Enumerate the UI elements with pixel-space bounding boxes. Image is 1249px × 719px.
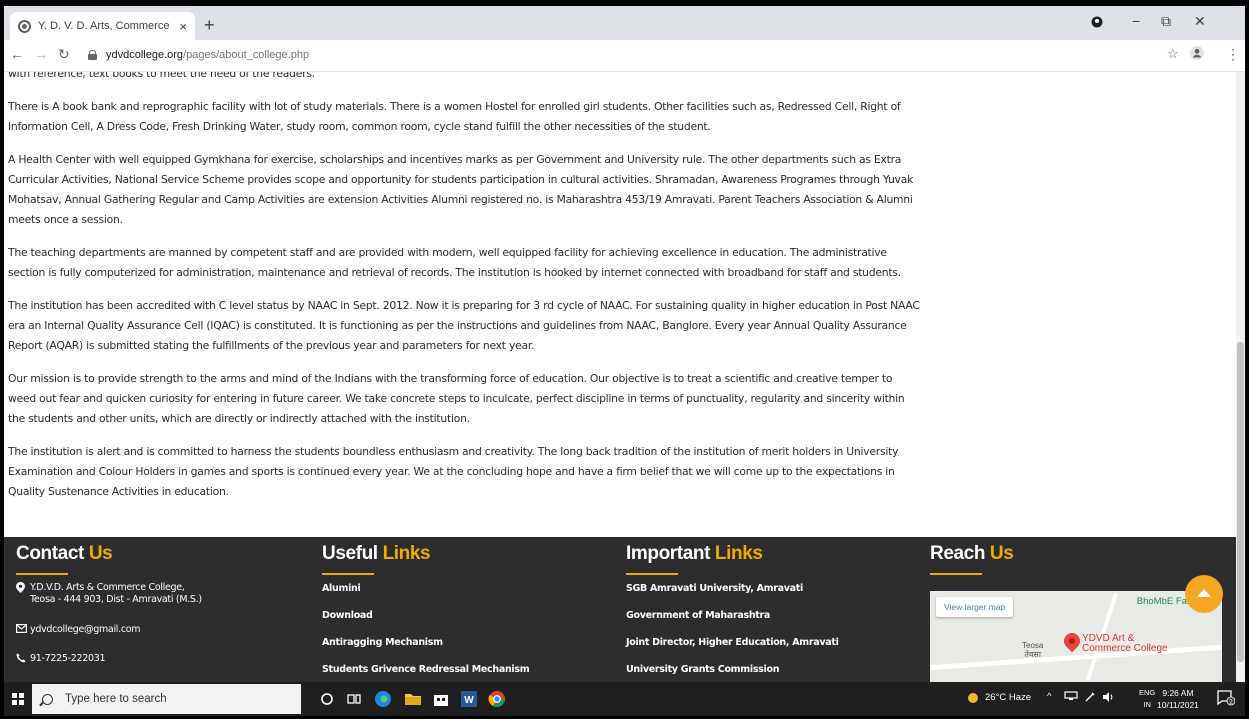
page-viewport: with reference, text books to meet the n… <box>4 72 1236 682</box>
tab-strip: Y. D. V. D. Arts, Commerce & Sci × + − ⧉… <box>4 6 1245 40</box>
footer-link[interactable]: SGB Amravati University, Amravati <box>626 583 839 595</box>
useful-links-section: Useful Links Alumini Download Antiraggin… <box>322 543 530 682</box>
paragraph: A Health Center with well equipped Gymkh… <box>8 153 914 226</box>
file-explorer-icon[interactable] <box>404 690 422 708</box>
maximize-button[interactable]: ⧉ <box>1161 13 1171 30</box>
volume-icon[interactable] <box>1102 691 1116 706</box>
scrollbar-thumb[interactable] <box>1237 342 1244 662</box>
footer-link[interactable]: Joint Director, Higher Education, Amrava… <box>626 637 839 649</box>
paragraph: There is A book bank and reprographic fa… <box>8 100 901 133</box>
tab-title: Y. D. V. D. Arts, Commerce & Sci <box>38 20 173 32</box>
taskbar-search-box[interactable]: Type here to search <box>32 684 301 714</box>
address-line: Y.D.V.D. Arts & Commerce College, <box>30 582 185 593</box>
paragraph: Our mission is to provide strength to th… <box>8 372 905 425</box>
edge-icon[interactable] <box>374 690 392 708</box>
about-article: with reference, text books to meet the n… <box>8 72 920 515</box>
close-window-button[interactable]: ✕ <box>1194 13 1206 30</box>
footer-link[interactable]: University Grants Commission <box>626 664 839 676</box>
vertical-scrollbar[interactable] <box>1236 72 1245 682</box>
useful-links-heading: Useful Links <box>322 543 431 564</box>
url-path: /pages/about_college.php <box>183 49 310 61</box>
paragraph: with reference, text books to meet the n… <box>8 72 315 80</box>
envelope-icon <box>16 624 28 637</box>
address-line: Teosa - 444 903, Dist - Amravati (M.S.) <box>30 594 202 605</box>
bookmark-star-icon[interactable]: ☆ <box>1167 46 1179 62</box>
tray-expand-icon[interactable]: ^ <box>1047 691 1051 702</box>
map-college-label: YDVD Art & Commerce College <box>1082 633 1168 654</box>
contact-email[interactable]: ydvdcollege@gmail.com <box>16 624 202 637</box>
footer-link[interactable]: Students Grivence Redressal Mechanism <box>322 664 530 676</box>
tab-close-icon[interactable]: × <box>179 19 187 34</box>
contact-section: Contact Us Y.D.V.D. Arts & Commerce Coll… <box>16 543 202 667</box>
contact-heading: Contact Us <box>16 543 113 564</box>
chrome-icon[interactable] <box>488 690 506 708</box>
lock-icon[interactable] <box>88 50 97 60</box>
location-pin-icon[interactable] <box>1060 629 1084 653</box>
heading-underline <box>16 573 68 575</box>
notification-center-icon[interactable]: 2 <box>1217 690 1236 709</box>
windows-taskbar: Type here to search W 26°C Haze ^ ENG IN… <box>4 682 1245 716</box>
reach-us-section: Reach Us <box>930 543 1014 583</box>
task-view-icon[interactable] <box>345 690 363 708</box>
footer-link[interactable]: Download <box>322 610 529 622</box>
store-icon[interactable] <box>432 690 450 708</box>
word-icon[interactable]: W <box>460 690 478 708</box>
location-map[interactable]: View larger map BhoMbE Farm Teosa तेवसा Y… <box>930 591 1222 682</box>
network-icon[interactable] <box>1064 691 1078 704</box>
cortana-icon[interactable] <box>318 690 336 708</box>
heading-underline <box>322 573 374 575</box>
url-host: ydvdcollege.org <box>106 49 184 61</box>
weather-icon[interactable] <box>966 690 980 707</box>
contact-phone: 91-7225-222031 <box>16 653 202 667</box>
reload-button[interactable]: ↻ <box>58 46 70 63</box>
system-clock[interactable]: 9:26 AM 10/11/2021 <box>1157 687 1199 711</box>
new-tab-button[interactable]: + <box>204 15 215 36</box>
footer-link[interactable]: Alumini <box>322 583 529 595</box>
phone-icon <box>16 653 28 667</box>
language-indicator[interactable]: ENG IN <box>1139 687 1155 711</box>
globe-icon <box>18 19 31 33</box>
account-icon[interactable] <box>1190 46 1204 63</box>
navigation-bar: ← → ↻ ydvdcollege.org /pages/about_colle… <box>4 40 1245 72</box>
view-larger-map-link[interactable]: View larger map <box>936 597 1014 617</box>
chrome-menu-icon[interactable]: ⋮ <box>1226 46 1240 63</box>
minimize-button[interactable]: − <box>1132 13 1140 29</box>
paragraph: The institution has been accredited with… <box>8 299 920 352</box>
footer-link[interactable]: Government of Maharashtra <box>626 610 839 622</box>
heading-underline <box>930 573 982 575</box>
profile-icon[interactable] <box>1091 15 1103 31</box>
pen-icon[interactable] <box>1084 691 1096 706</box>
reach-us-heading: Reach Us <box>930 543 1014 564</box>
back-button[interactable]: ← <box>10 46 24 62</box>
address-bar[interactable]: ydvdcollege.org /pages/about_college.php <box>88 44 1194 66</box>
svg-text:W: W <box>464 695 474 706</box>
heading-underline <box>626 573 678 575</box>
paragraph: The teaching departments are manned by c… <box>8 246 901 279</box>
browser-window: Y. D. V. D. Arts, Commerce & Sci × + − ⧉… <box>4 6 1245 716</box>
important-links-heading: Important Links <box>626 543 763 564</box>
forward-button[interactable]: → <box>34 46 48 62</box>
map-town-label: Teosa तेवसा <box>1022 641 1044 659</box>
browser-tab[interactable]: Y. D. V. D. Arts, Commerce & Sci × <box>10 12 195 40</box>
site-footer: Contact Us Y.D.V.D. Arts & Commerce Coll… <box>4 537 1236 682</box>
windows-start-icon[interactable] <box>12 693 24 705</box>
weather-status[interactable]: 26°C Haze <box>985 692 1031 703</box>
map-road <box>930 644 1222 671</box>
search-icon <box>42 693 53 705</box>
important-links-section: Important Links SGB Amravati University,… <box>626 543 839 682</box>
paragraph: The institution is alert and is committe… <box>8 445 899 498</box>
footer-link[interactable]: Antiragging Mechanism <box>322 637 529 649</box>
contact-address: Y.D.V.D. Arts & Commerce College, Teosa … <box>16 582 202 606</box>
scroll-to-top-button[interactable] <box>1185 575 1223 613</box>
search-placeholder: Type here to search <box>65 693 167 705</box>
map-marker-icon <box>16 582 28 606</box>
